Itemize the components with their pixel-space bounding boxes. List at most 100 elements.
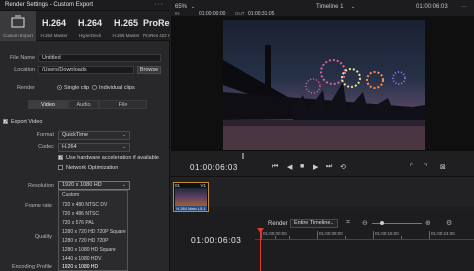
preset-label: H.265 Master <box>112 33 140 38</box>
preset-h265-master[interactable]: H.265 H.265 Master <box>108 11 144 41</box>
zoom-level[interactable]: 65% <box>175 4 187 10</box>
chevron-down-icon: ⌄ <box>329 220 334 226</box>
resolution-label: Resolution <box>28 183 54 189</box>
preset-title: ProRes <box>143 18 170 28</box>
render-range-select[interactable]: Entire Timeline ⌄ <box>290 219 338 228</box>
ruler-tick <box>429 231 430 239</box>
zoom-slider-handle[interactable] <box>380 221 384 225</box>
preset-title: H.264 <box>41 18 67 28</box>
format-select[interactable]: QuickTime ⌄ <box>58 131 130 140</box>
preset-title: H.265 <box>113 18 139 28</box>
location-label: Location <box>14 67 35 73</box>
timecode-display: 01:00:06:03 <box>416 4 448 10</box>
resolution-option[interactable]: 1280 x 720 HD 720P <box>62 238 108 244</box>
ruler-tick <box>289 236 290 239</box>
resolution-option-selected[interactable]: 1920 x 1080 HD <box>62 264 98 270</box>
render-mode-label: Render <box>16 85 35 91</box>
ruler-label: 01:00:24:00 <box>431 231 455 236</box>
location-input[interactable]: /Users/Downloads <box>38 66 134 74</box>
out-label: OUT <box>235 11 245 16</box>
render-range-label: Render <box>268 221 288 227</box>
export-video-checkbox[interactable]: ✓ <box>3 119 8 125</box>
file-name-input[interactable]: Untitled <box>38 54 161 62</box>
single-clip-radio[interactable] <box>57 85 62 90</box>
render-settings-header: Render Settings - Custom Export ··· <box>0 0 170 11</box>
panel-title: Render Settings - Custom Export <box>5 2 94 8</box>
hw-accel-checkbox[interactable]: ✓ <box>58 155 63 161</box>
browse-button[interactable]: Browse <box>137 66 161 74</box>
skip-forward-icon[interactable]: ⏭ <box>326 163 332 171</box>
custom-export-icon <box>11 15 25 28</box>
clip-strip <box>171 177 474 207</box>
tab-file[interactable]: File <box>99 100 147 109</box>
encoding-profile-label: Encoding Profile <box>11 264 52 270</box>
resolution-option[interactable]: 1280 x 720 HD 720P Square <box>62 229 126 235</box>
codec-value: H.264 <box>62 144 77 150</box>
play-icon[interactable]: ▶ <box>313 163 318 171</box>
ruler-tick <box>401 236 402 239</box>
resolution-option[interactable]: 1280 x 1080 HD Square <box>62 247 116 253</box>
chevron-down-icon: ⌄ <box>121 182 126 188</box>
preset-label: HyperDeck <box>78 33 102 38</box>
individual-clips-label: Individual clips <box>99 85 135 91</box>
export-video-label: Export Video <box>11 119 43 125</box>
resolution-value: 1920 x 1080 HD <box>62 182 102 188</box>
loop-icon[interactable]: ⟲ <box>340 163 346 171</box>
preset-strip: Custom Export H.264 H.264 Master H.264 H… <box>0 11 170 41</box>
render-range-value: Entire Timeline <box>294 220 331 226</box>
hw-accel-label: Use hardware acceleration if available <box>66 155 159 161</box>
clear-marks-icon[interactable]: ⊠ <box>440 163 446 171</box>
timeline-name[interactable]: Timeline 1 <box>316 4 343 10</box>
more-options-icon[interactable]: ··· <box>461 4 467 10</box>
preset-label: ProRes 422 HQ <box>143 33 170 38</box>
chevron-down-icon[interactable]: ⌄ <box>351 4 355 10</box>
chevron-down-icon: ⌄ <box>121 132 126 138</box>
more-options-icon[interactable]: ··· <box>154 1 164 8</box>
frame-rate-label: Frame rate <box>25 203 52 209</box>
preset-label: Custom Export <box>3 33 33 38</box>
mark-out-icon[interactable]: ⌝ <box>424 163 427 171</box>
edit-tool-icon[interactable]: ⌗ <box>346 219 350 227</box>
resolution-option[interactable]: 720 x 486 NTSC <box>62 211 99 217</box>
chevron-down-icon[interactable]: ⌄ <box>191 4 195 10</box>
play-reverse-icon[interactable]: ◀ <box>287 163 292 171</box>
single-clip-label: Single clip <box>64 85 90 91</box>
network-optimization-label: Network Optimization <box>66 165 119 171</box>
stop-icon[interactable]: ■ <box>300 163 304 170</box>
resolution-select[interactable]: 1920 x 1080 HD ⌄ <box>58 181 130 190</box>
viewer-header: 65% ⌄ IN 01:00:00:00 OUT 01:00:31:05 Tim… <box>171 0 474 17</box>
resolution-option[interactable]: 720 x 480 NTSC DV <box>62 202 107 208</box>
ruler-tick <box>373 231 374 239</box>
tab-video[interactable]: Video <box>28 100 68 109</box>
format-value: QuickTime <box>62 132 89 138</box>
skip-back-icon[interactable]: ⏮ <box>272 163 278 171</box>
ruler-tick <box>345 236 346 239</box>
view-options-icon[interactable]: ⚙ <box>446 219 452 227</box>
preset-custom-export[interactable]: Custom Export <box>0 11 36 41</box>
timeline-ruler[interactable]: 01:00:00:00 01:00:08:00 01:00:16:00 01:0… <box>255 231 474 240</box>
playhead[interactable] <box>260 230 261 271</box>
mark-in-icon[interactable]: ⌜ <box>410 163 413 171</box>
preset-hyperdeck[interactable]: H.264 HyperDeck <box>72 11 108 41</box>
playhead-marker-icon[interactable] <box>240 153 246 159</box>
resolution-option[interactable]: Custom <box>62 192 79 198</box>
codec-label: Codec <box>38 144 54 150</box>
fireworks-city-image <box>223 45 425 150</box>
zoom-in-icon[interactable]: ⊕ <box>425 219 431 227</box>
playhead-handle-icon[interactable] <box>257 228 264 233</box>
ruler-tick <box>317 231 318 239</box>
network-optimization-checkbox[interactable] <box>58 165 63 170</box>
tab-audio[interactable]: Audio <box>68 100 99 109</box>
resolution-dropdown: Custom 720 x 480 NTSC DV 720 x 486 NTSC … <box>58 190 128 271</box>
codec-select[interactable]: H.264 ⌄ <box>58 143 130 152</box>
clip-name: H.264 Main L5.1 <box>175 206 207 211</box>
preset-prores[interactable]: ProRes ProRes 422 HQ <box>140 11 170 41</box>
ruler-label: 01:00:16:00 <box>375 231 399 236</box>
zoom-out-icon[interactable]: ⊖ <box>362 219 368 227</box>
viewer-timecode: 01:00:06:03 <box>190 163 238 172</box>
preset-h264-master[interactable]: H.264 H.264 Master <box>36 11 72 41</box>
timeline-clip[interactable]: 01 V1 H.264 Main L5.1 <box>173 182 209 212</box>
resolution-option[interactable]: 720 x 576 PAL <box>62 220 94 226</box>
individual-clips-radio[interactable] <box>92 85 97 90</box>
resolution-option[interactable]: 1440 x 1080 HDV <box>62 256 101 262</box>
